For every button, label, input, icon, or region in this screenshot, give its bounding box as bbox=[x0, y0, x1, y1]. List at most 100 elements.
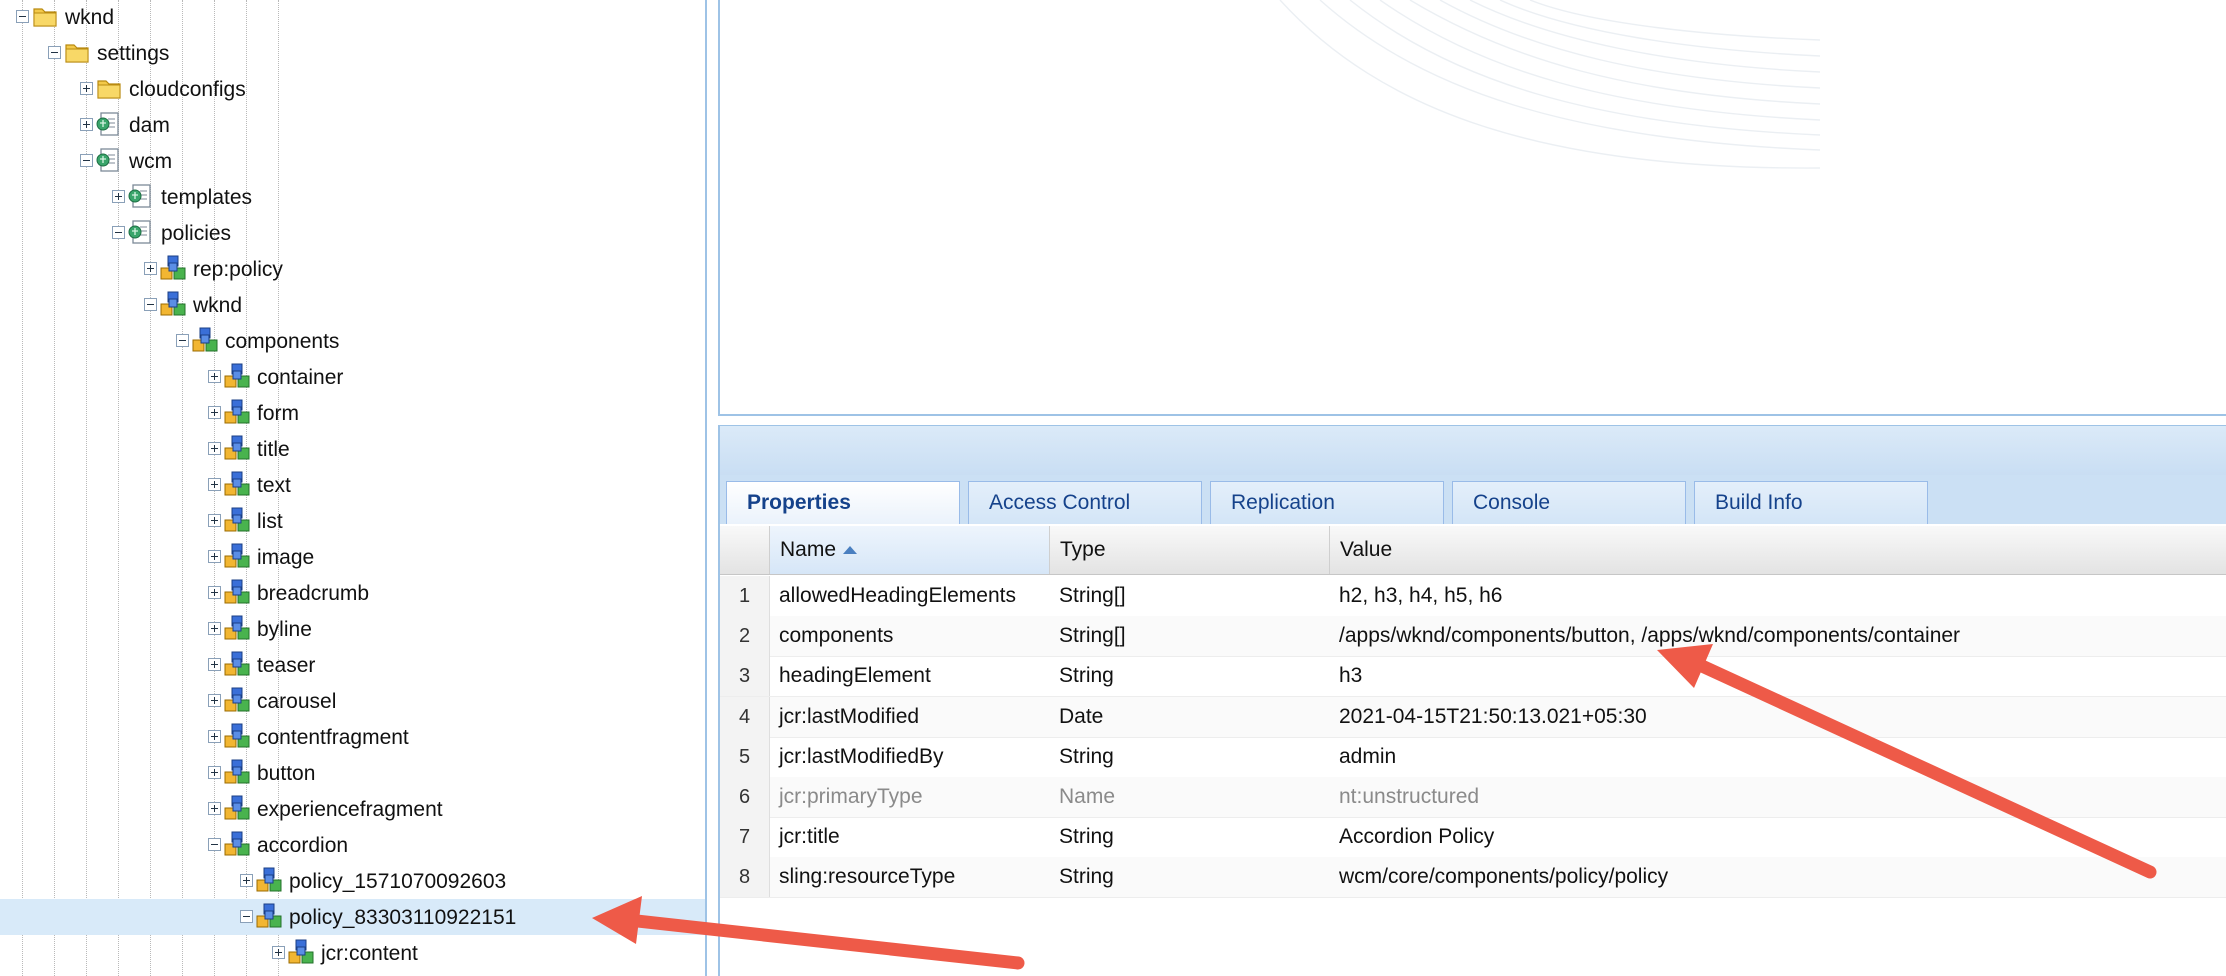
tree-node-label[interactable]: policies bbox=[161, 222, 231, 246]
property-name[interactable]: jcr:lastModified bbox=[779, 697, 919, 737]
column-header-name[interactable]: Name bbox=[769, 526, 1049, 574]
property-type[interactable]: String bbox=[1059, 857, 1114, 897]
property-type[interactable]: String bbox=[1059, 817, 1114, 857]
tree-node[interactable]: components bbox=[0, 323, 705, 359]
tree-node[interactable]: title bbox=[0, 431, 705, 467]
property-row[interactable]: 8 sling:resourceType String wcm/core/compon… bbox=[720, 857, 2226, 899]
repository-tree[interactable]: wknd settings cloudconfigs dam wcm templates p… bbox=[0, 0, 707, 976]
tree-node-label[interactable]: carousel bbox=[257, 690, 336, 714]
property-type[interactable]: String bbox=[1059, 737, 1114, 777]
tree-node[interactable]: teaser bbox=[0, 647, 705, 683]
collapse-toggle-icon[interactable] bbox=[48, 46, 61, 59]
property-row[interactable]: 7 jcr:title String Accordion Policy bbox=[720, 817, 2226, 859]
tree-node[interactable]: rep:policy bbox=[0, 251, 705, 287]
tree-node-label[interactable]: templates bbox=[161, 186, 252, 210]
tree-node-label[interactable]: rep:policy bbox=[193, 258, 283, 282]
expand-toggle-icon[interactable] bbox=[208, 514, 221, 527]
property-type[interactable]: Date bbox=[1059, 697, 1103, 737]
expand-toggle-icon[interactable] bbox=[208, 766, 221, 779]
tree-node[interactable]: contentfragment bbox=[0, 719, 705, 755]
expand-toggle-icon[interactable] bbox=[208, 406, 221, 419]
property-type[interactable]: String[] bbox=[1059, 616, 1126, 656]
tree-node-label[interactable]: wknd bbox=[193, 294, 242, 318]
tree-node-label[interactable]: jcr:content bbox=[321, 942, 418, 966]
panel-splitter[interactable] bbox=[718, 425, 2226, 475]
expand-toggle-icon[interactable] bbox=[272, 946, 285, 959]
property-row[interactable]: 6 jcr:primaryType Name nt:unstructured bbox=[720, 777, 2226, 818]
property-type[interactable]: Name bbox=[1059, 777, 1115, 817]
collapse-toggle-icon[interactable] bbox=[176, 334, 189, 347]
property-type[interactable]: String bbox=[1059, 656, 1114, 696]
tree-node-label[interactable]: breadcrumb bbox=[257, 582, 369, 606]
tree-node-label[interactable]: dam bbox=[129, 114, 170, 138]
expand-toggle-icon[interactable] bbox=[80, 82, 93, 95]
tree-node[interactable]: text bbox=[0, 467, 705, 503]
property-name[interactable]: jcr:title bbox=[779, 817, 840, 857]
property-name[interactable]: allowedHeadingElements bbox=[779, 576, 1016, 616]
collapse-toggle-icon[interactable] bbox=[80, 154, 93, 167]
expand-toggle-icon[interactable] bbox=[80, 118, 93, 131]
property-value[interactable]: Accordion Policy bbox=[1339, 817, 1494, 857]
expand-toggle-icon[interactable] bbox=[144, 262, 157, 275]
tree-node[interactable]: policy_1571070092603 bbox=[0, 863, 705, 899]
property-row[interactable]: 3 headingElement String h3 bbox=[720, 656, 2226, 698]
property-name[interactable]: components bbox=[779, 616, 893, 656]
tree-node[interactable]: wknd bbox=[0, 0, 705, 35]
tree-node[interactable]: wknd bbox=[0, 287, 705, 323]
tree-node-label[interactable]: components bbox=[225, 330, 339, 354]
expand-toggle-icon[interactable] bbox=[208, 586, 221, 599]
property-row[interactable]: 4 jcr:lastModified Date 2021-04-15T21:50:13… bbox=[720, 696, 2226, 738]
tree-node-label[interactable]: policy_83303110922151 bbox=[289, 906, 516, 930]
property-type[interactable]: String[] bbox=[1059, 576, 1126, 616]
tree-node[interactable]: carousel bbox=[0, 683, 705, 719]
tree-node-label[interactable]: accordion bbox=[257, 834, 348, 858]
tree-node[interactable]: dam bbox=[0, 107, 705, 143]
tree-node[interactable]: container bbox=[0, 359, 705, 395]
property-row[interactable]: 2 components String[] /apps/wknd/components… bbox=[720, 616, 2226, 658]
property-value[interactable]: 2021-04-15T21:50:13.021+05:30 bbox=[1339, 697, 1647, 737]
column-header-value[interactable]: Value bbox=[1329, 526, 2226, 574]
expand-toggle-icon[interactable] bbox=[208, 658, 221, 671]
tree-node-label[interactable]: container bbox=[257, 366, 343, 390]
tree-node-label[interactable]: byline bbox=[257, 618, 312, 642]
property-name[interactable]: jcr:primaryType bbox=[779, 777, 923, 817]
tree-node-label[interactable]: button bbox=[257, 762, 315, 786]
collapse-toggle-icon[interactable] bbox=[112, 226, 125, 239]
collapse-toggle-icon[interactable] bbox=[144, 298, 157, 311]
tab-replication[interactable]: Replication bbox=[1210, 481, 1444, 524]
expand-toggle-icon[interactable] bbox=[240, 874, 253, 887]
tree-node[interactable]: cloudconfigs bbox=[0, 71, 705, 107]
expand-toggle-icon[interactable] bbox=[208, 478, 221, 491]
tree-node-selected[interactable]: policy_83303110922151 bbox=[0, 899, 705, 935]
tree-node-label[interactable]: settings bbox=[97, 42, 169, 66]
property-name[interactable]: headingElement bbox=[779, 656, 931, 696]
tree-node[interactable]: wcm bbox=[0, 143, 705, 179]
tree-node[interactable]: jcr:content bbox=[0, 935, 705, 971]
tree-node-label[interactable]: policy_1571070092603 bbox=[289, 870, 506, 894]
tab-properties[interactable]: Properties bbox=[726, 481, 960, 525]
tree-node[interactable]: experiencefragment bbox=[0, 791, 705, 827]
tree-node[interactable]: policies bbox=[0, 215, 705, 251]
property-value[interactable]: h3 bbox=[1339, 656, 1362, 696]
property-name[interactable]: sling:resourceType bbox=[779, 857, 955, 897]
property-row[interactable]: 5 jcr:lastModifiedBy String admin bbox=[720, 736, 2226, 778]
collapse-toggle-icon[interactable] bbox=[240, 910, 253, 923]
expand-toggle-icon[interactable] bbox=[208, 442, 221, 455]
expand-toggle-icon[interactable] bbox=[208, 694, 221, 707]
tree-node[interactable]: byline bbox=[0, 611, 705, 647]
tree-node-label[interactable]: form bbox=[257, 402, 299, 426]
property-value[interactable]: /apps/wknd/components/button, /apps/wknd… bbox=[1339, 616, 1960, 656]
property-name[interactable]: jcr:lastModifiedBy bbox=[779, 737, 944, 777]
expand-toggle-icon[interactable] bbox=[208, 550, 221, 563]
expand-toggle-icon[interactable] bbox=[208, 802, 221, 815]
tree-node-label[interactable]: experiencefragment bbox=[257, 798, 443, 822]
tree-node-label[interactable]: title bbox=[257, 438, 290, 462]
tree-node-label[interactable]: wknd bbox=[65, 6, 114, 30]
property-value[interactable]: wcm/core/components/policy/policy bbox=[1339, 857, 1668, 897]
property-value[interactable]: admin bbox=[1339, 737, 1396, 777]
expand-toggle-icon[interactable] bbox=[208, 370, 221, 383]
expand-toggle-icon[interactable] bbox=[208, 730, 221, 743]
property-row[interactable]: 1 allowedHeadingElements String[] h2, h3, h… bbox=[720, 576, 2226, 617]
tree-node[interactable]: form bbox=[0, 395, 705, 431]
tree-node[interactable]: image bbox=[0, 539, 705, 575]
